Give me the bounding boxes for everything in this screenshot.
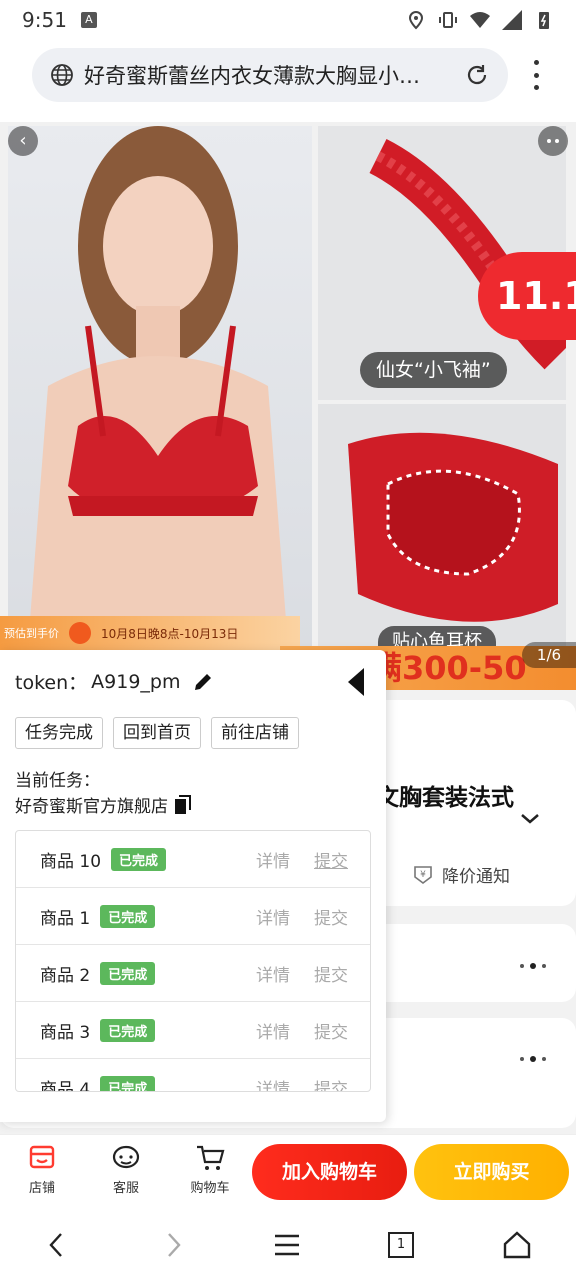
store-tab-label: 店铺 (28, 1181, 55, 1196)
service-tab[interactable]: 客服 (96, 1143, 156, 1196)
system-nav-bar: 1 (0, 1210, 576, 1280)
page-indicator: 1/6 (522, 642, 576, 668)
current-task-store: 好奇蜜斯官方旗舰店 (15, 792, 192, 817)
cart-icon (197, 1145, 225, 1170)
promo-date: 10月8日晚8点-10月13日 (101, 626, 239, 641)
svg-text:¥: ¥ (420, 870, 426, 880)
home-icon[interactable] (502, 1230, 532, 1260)
item-name: 商品 1 (40, 908, 91, 929)
cup-detail-photo (318, 404, 566, 654)
submit-link[interactable]: 提交 (314, 904, 348, 929)
detail-link[interactable]: 详情 (256, 961, 290, 986)
double-eleven-badge: 11.11 (478, 252, 576, 340)
store-tab[interactable]: 店铺 (12, 1143, 72, 1196)
clock: 9:51 (22, 8, 67, 32)
status-badge: 已完成 (100, 1075, 156, 1091)
menu-icon[interactable] (272, 1230, 302, 1260)
price-tag-icon: ¥ (414, 865, 432, 884)
chat-service-icon (112, 1145, 140, 1169)
detail-link[interactable]: 详情 (256, 904, 290, 929)
vibrate-icon (439, 12, 457, 28)
tabs-button[interactable]: 1 (388, 1232, 414, 1258)
detail-link[interactable]: 详情 (256, 1075, 290, 1092)
store-icon (29, 1145, 55, 1169)
item-name: 商品 10 (40, 851, 102, 872)
buy-now-button[interactable]: 立即购买 (414, 1144, 569, 1200)
signal-icon (502, 10, 522, 30)
copy-icon[interactable] (174, 794, 192, 815)
address-bar[interactable]: 好奇蜜斯蕾丝内衣女薄款大胸显小… (32, 48, 508, 102)
task-complete-button[interactable]: 任务完成 (15, 717, 103, 749)
service-tab-label: 客服 (112, 1181, 139, 1196)
reload-icon[interactable] (464, 62, 490, 88)
wifi-icon (470, 12, 490, 28)
cart-tab-label: 购物车 (190, 1181, 230, 1196)
list-item: 商品 4 已完成 详情 提交 (16, 1059, 370, 1092)
product-title: 文胸套装法式 (376, 785, 514, 811)
status-badge: 已完成 (100, 961, 156, 985)
back-icon[interactable] (42, 1230, 72, 1260)
product-gallery[interactable]: ‹ 11.11 仙女“小飞袖” 贴心鱼耳杯 预估到手价 10月8日晚8点-10月… (0, 122, 576, 690)
list-item: 商品 1 已完成 详情 提交 (16, 888, 370, 945)
price-notice-label: 降价通知 (442, 867, 510, 887)
location-icon (408, 10, 424, 30)
panel-buttons: 任务完成 回到首页 前往店铺 (15, 717, 299, 749)
cart-tab[interactable]: 购物车 (180, 1143, 240, 1196)
status-badge: 已完成 (100, 904, 156, 928)
submit-link[interactable]: 提交 (314, 847, 348, 872)
go-store-button[interactable]: 前往店铺 (211, 717, 299, 749)
store-name: 好奇蜜斯官方旗舰店 (15, 797, 168, 817)
detail-link[interactable]: 详情 (256, 847, 290, 872)
url-text[interactable]: 好奇蜜斯蕾丝内衣女薄款大胸显小… (84, 60, 454, 90)
token-label: token： (15, 672, 88, 694)
gallery-back-icon[interactable]: ‹ (8, 126, 38, 156)
caption-top: 仙女“小飞袖” (360, 352, 507, 388)
gallery-more-icon[interactable] (538, 126, 568, 156)
forward-icon[interactable] (158, 1230, 188, 1260)
add-to-cart-button[interactable]: 加入购物车 (252, 1144, 407, 1200)
list-item: 商品 3 已完成 详情 提交 (16, 1002, 370, 1059)
status-badge: 已完成 (100, 1018, 156, 1042)
model-photo (8, 126, 312, 646)
more-dots-icon[interactable] (520, 963, 546, 969)
bottom-action-bar: 店铺 客服 购物车 加入购物车 立即购买 (0, 1134, 576, 1210)
promo-dot-icon (69, 622, 91, 644)
promo-label: 预估到手价 (4, 627, 59, 640)
chevron-down-icon[interactable] (520, 812, 540, 826)
price-notice-button[interactable]: ¥ 降价通知 (412, 862, 510, 887)
token-value: A919_pm (91, 670, 181, 693)
list-item: 商品 2 已完成 详情 提交 (16, 945, 370, 1002)
task-panel: token： A919_pm 任务完成 回到首页 前往店铺 当前任务： 好奇蜜斯… (0, 650, 386, 1122)
status-badge: 已完成 (111, 847, 167, 871)
submit-link[interactable]: 提交 (314, 1075, 348, 1092)
back-home-button[interactable]: 回到首页 (113, 717, 201, 749)
token-row: token： A919_pm (15, 668, 214, 695)
submit-link[interactable]: 提交 (314, 961, 348, 986)
battery-icon (539, 12, 549, 29)
item-name: 商品 3 (40, 1022, 91, 1043)
notification-a-icon: A (80, 12, 97, 28)
item-name: 商品 4 (40, 1079, 91, 1092)
current-task-label: 当前任务： (15, 771, 100, 791)
detail-link[interactable]: 详情 (256, 1018, 290, 1043)
globe-icon (51, 64, 73, 86)
submit-link[interactable]: 提交 (314, 1018, 348, 1043)
status-bar: 9:51 A (0, 0, 576, 40)
pencil-icon[interactable] (192, 671, 214, 693)
browser-menu-icon[interactable] (528, 60, 544, 90)
item-name: 商品 2 (40, 965, 91, 986)
promo-strip: 预估到手价 10月8日晚8点-10月13日 (0, 616, 300, 650)
more-dots-icon[interactable] (520, 1056, 546, 1062)
list-item: 商品 10 已完成 详情 提交 (16, 831, 370, 888)
collapse-panel-icon[interactable] (348, 668, 364, 696)
task-list: 商品 10 已完成 详情 提交 商品 1 已完成 详情 提交 商品 2 已完成 … (15, 830, 371, 1092)
